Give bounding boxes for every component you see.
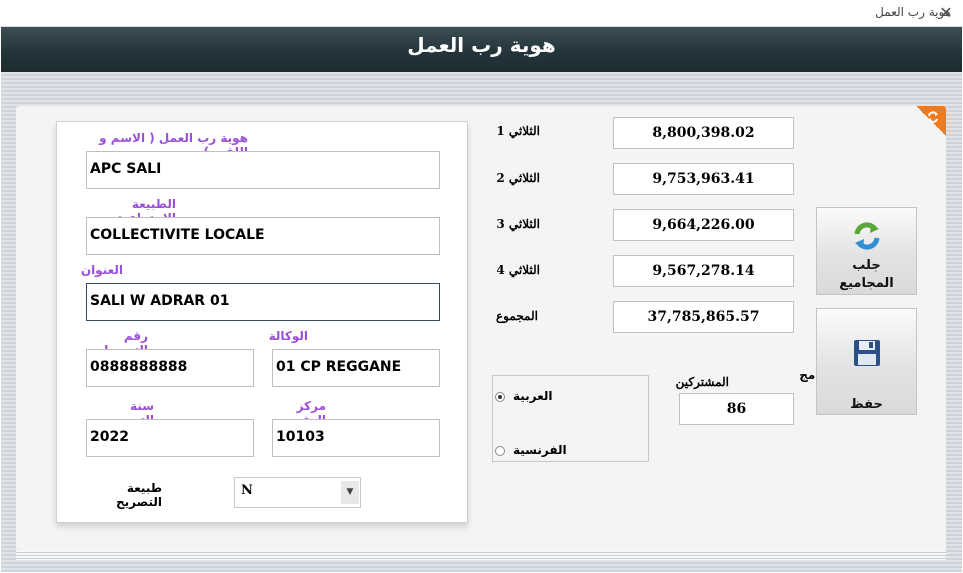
floppy-disk-icon xyxy=(853,339,881,367)
declaration-type-label: طبيعة التصريح xyxy=(116,481,162,509)
chevron-down-icon[interactable]: ▼ xyxy=(341,481,359,504)
fetch-totals-button[interactable]: جلب المجاميع xyxy=(816,207,917,295)
close-button[interactable]: ✕ xyxy=(936,3,956,23)
save-button[interactable]: حفظ xyxy=(816,308,917,415)
window-titlebar xyxy=(0,0,963,27)
address-label: العنوان xyxy=(80,263,123,277)
quarter-4-value[interactable]: 9,567,278.14 xyxy=(613,255,794,287)
agency-label: الوكالة xyxy=(268,329,308,343)
radio-french[interactable] xyxy=(495,446,505,456)
panel-bottom-border xyxy=(16,550,946,560)
refresh-icon xyxy=(851,220,883,252)
subscribers-label: المشتركين xyxy=(675,375,729,389)
radio-arabic[interactable] xyxy=(495,392,505,402)
quarter-3-label: الثلاثي 3 xyxy=(496,217,540,231)
subscribers-value[interactable]: 86 xyxy=(679,393,794,425)
address-field[interactable]: SALI W ADRAR 01 xyxy=(86,283,440,321)
quarter-4-label: الثلاثي 4 xyxy=(496,263,540,277)
total-value[interactable]: 37,785,865.57 xyxy=(613,301,794,333)
declaration-type-value: N xyxy=(241,483,253,498)
declaration-type-select[interactable]: N ▼ xyxy=(234,477,361,508)
total-label: المجموع xyxy=(496,309,538,323)
header-band: هوية رب العمل xyxy=(1,27,962,72)
save-label: حفظ xyxy=(850,397,883,412)
payment-center-field[interactable]: 10103 xyxy=(272,419,440,457)
quarter-1-label: الثلاثي 1 xyxy=(496,124,540,138)
declaration-year-field[interactable]: 2022 xyxy=(86,419,254,457)
radio-french-label[interactable]: الفرنسية xyxy=(513,443,567,457)
quarter-3-value[interactable]: 9,664,226.00 xyxy=(613,209,794,241)
employer-name-field[interactable]: APC SALI xyxy=(86,151,440,189)
sync-icon[interactable] xyxy=(926,110,942,126)
fetch-totals-label-2: المجاميع xyxy=(839,276,894,291)
quarter-2-label: الثلاثي 2 xyxy=(496,171,540,185)
social-nature-field[interactable]: COLLECTIVITE LOCALE xyxy=(86,217,440,255)
quarter-2-value[interactable]: 9,753,963.41 xyxy=(613,163,794,195)
quarter-1-value[interactable]: 8,800,398.02 xyxy=(613,117,794,149)
page-title: هوية رب العمل xyxy=(407,33,556,57)
agency-field[interactable]: 01 CP REGGANE xyxy=(272,349,440,387)
registration-number-field[interactable]: 0888888888 xyxy=(86,349,254,387)
radio-arabic-label[interactable]: العربية xyxy=(513,389,553,403)
fetch-totals-label-1: جلب xyxy=(852,258,881,273)
